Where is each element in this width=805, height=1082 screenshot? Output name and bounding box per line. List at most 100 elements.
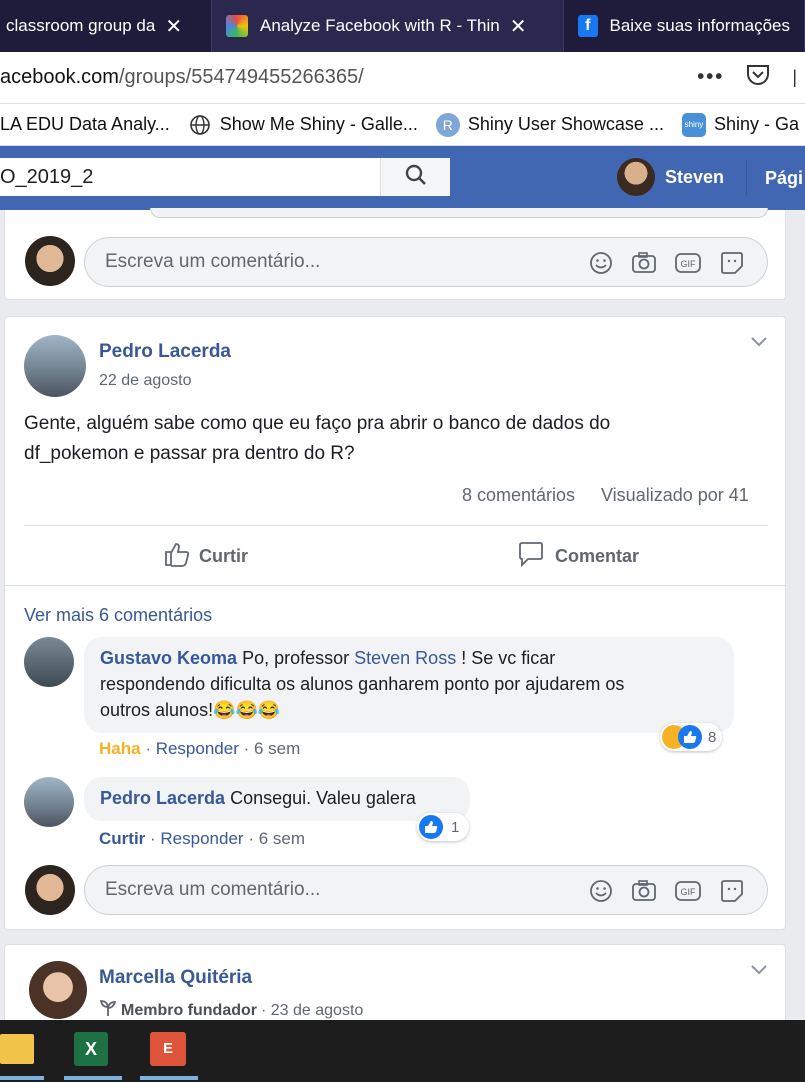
comment-text: ! Se vc ficar xyxy=(461,648,556,668)
post-text-line: Gente, alguém sabe como que eu faço pra … xyxy=(24,413,611,434)
url-domain: acebook.com xyxy=(0,66,119,88)
reply-link[interactable]: Responder xyxy=(160,829,243,848)
bookmark-show-me-shiny[interactable]: Show Me Shiny - Galle... xyxy=(188,113,418,137)
pages-link[interactable]: Pági xyxy=(746,160,803,196)
gif-icon[interactable]: GIF xyxy=(675,250,701,276)
mention-link[interactable]: Steven Ross xyxy=(354,648,456,668)
comment-text: Consegui. Valeu galera xyxy=(230,788,416,808)
search-input[interactable]: O_2019_2 xyxy=(0,158,450,196)
next-post-card: Marcella Quitéria Membro fundador · 23 d… xyxy=(4,944,786,1024)
reaction-count: 8 xyxy=(708,728,717,746)
thumbs-up-icon xyxy=(163,540,191,573)
address-bar: acebook.com/groups/554749455266365/ ••• … xyxy=(0,52,805,104)
post-meta: Membro fundador · 23 de agosto xyxy=(99,999,363,1022)
like-reaction-icon xyxy=(678,725,702,749)
comment-placeholder: Escreva um comentário... xyxy=(105,251,321,272)
avatar xyxy=(25,236,75,286)
reaction-summary[interactable]: 1 xyxy=(417,813,470,841)
close-icon[interactable]: ✕ xyxy=(510,14,527,39)
facebook-header: O_2019_2 Steven Pági xyxy=(0,146,805,210)
bookmark-label: Shiny User Showcase ... xyxy=(467,114,664,134)
like-button[interactable]: Curtir xyxy=(163,540,248,573)
search-button[interactable] xyxy=(380,158,450,196)
browser-tab-classroom[interactable]: classroom group da ✕ xyxy=(0,0,212,52)
camera-icon[interactable] xyxy=(631,878,657,904)
sticker-icon[interactable] xyxy=(719,878,745,904)
active-indicator xyxy=(140,1076,198,1080)
file-explorer-icon[interactable] xyxy=(0,1034,34,1064)
view-more-comments-link[interactable]: Ver mais 6 comentários xyxy=(24,605,212,626)
seen-by[interactable]: Visualizado por 41 xyxy=(601,485,749,506)
reply-link[interactable]: Responder xyxy=(156,739,239,758)
haha-reaction-link[interactable]: Haha xyxy=(99,739,141,758)
bookmark-shiny[interactable]: shiny Shiny - Ga xyxy=(681,112,799,137)
comment-input[interactable]: Escreva um comentário... GIF xyxy=(84,865,768,915)
presentation-app-icon[interactable]: E xyxy=(150,1032,186,1066)
comment-text: respondendo dificulta os alunos ganharem… xyxy=(100,674,625,694)
browser-tab-analyze-facebook[interactable]: Analyze Facebook with R - Thin ✕ xyxy=(212,0,564,52)
like-link[interactable]: Curtir xyxy=(99,829,145,848)
shiny-logo-icon xyxy=(226,15,248,37)
tab-label: Analyze Facebook with R - Thin xyxy=(260,16,500,35)
r-logo-icon: R xyxy=(435,112,460,137)
svg-text:GIF: GIF xyxy=(681,259,697,269)
comment-time[interactable]: 6 sem xyxy=(254,739,300,758)
profile-link[interactable]: Steven xyxy=(617,158,724,196)
comment-button[interactable]: Comentar xyxy=(517,540,639,573)
url-field[interactable]: acebook.com/groups/554749455266365/ xyxy=(0,66,697,89)
post-author[interactable]: Marcella Quitéria xyxy=(99,967,252,989)
tab-label: classroom group da xyxy=(6,16,156,35)
camera-icon[interactable] xyxy=(631,250,657,276)
bookmark-la-edu[interactable]: LA EDU Data Analy... xyxy=(0,114,170,135)
chevron-down-icon[interactable] xyxy=(750,963,768,982)
comment-author[interactable]: Gustavo Keoma xyxy=(100,648,237,668)
sticker-icon[interactable] xyxy=(719,250,745,276)
comment-actions: Haha · Responder · 6 sem xyxy=(99,739,301,758)
globe-icon xyxy=(188,113,212,137)
browser-tab-baixe[interactable]: f Baixe suas informações xyxy=(564,0,805,52)
comment-bubble: Pedro Lacerda Consegui. Valeu galera xyxy=(84,777,470,821)
bookmark-shiny-user-showcase[interactable]: R Shiny User Showcase ... xyxy=(435,112,664,137)
excel-icon[interactable]: X xyxy=(74,1032,108,1066)
bookmark-label: LA EDU Data Analy... xyxy=(0,114,170,134)
comments-count[interactable]: 8 comentários xyxy=(462,485,575,506)
bookmarks-bar: LA EDU Data Analy... Show Me Shiny - Gal… xyxy=(0,104,805,146)
more-actions-icon[interactable]: ••• xyxy=(697,66,724,89)
post-text-line: df_pokemon e passar pra dentro do R? xyxy=(24,443,355,464)
user-name: Steven xyxy=(665,166,725,187)
avatar xyxy=(617,158,655,196)
like-reaction-icon xyxy=(419,815,443,839)
shiny-hex-icon: shiny xyxy=(681,112,706,137)
active-indicator xyxy=(64,1076,122,1080)
post-date[interactable]: · 23 de agosto xyxy=(261,1002,363,1020)
avatar[interactable] xyxy=(29,961,87,1019)
avatar[interactable] xyxy=(24,777,74,827)
gif-icon[interactable]: GIF xyxy=(675,878,701,904)
pocket-icon[interactable] xyxy=(746,64,770,92)
divider xyxy=(24,525,768,526)
comment-author[interactable]: Pedro Lacerda xyxy=(100,788,225,808)
emoji-icon[interactable] xyxy=(588,250,614,276)
chevron-down-icon[interactable] xyxy=(750,335,768,354)
close-icon[interactable]: ✕ xyxy=(165,14,182,39)
post-date[interactable]: 22 de agosto xyxy=(99,372,192,390)
like-label: Curtir xyxy=(199,546,248,566)
sprout-icon xyxy=(99,999,117,1022)
post-author[interactable]: Pedro Lacerda xyxy=(99,341,231,363)
library-icon[interactable]: | xyxy=(792,67,797,88)
comment-bubble: Gustavo Keoma Po, professor Steven Ross … xyxy=(84,637,734,733)
comment-text: outros alunos!😂😂😂 xyxy=(100,700,281,720)
bookmark-label: Shiny - Ga xyxy=(713,114,799,134)
avatar[interactable] xyxy=(24,637,74,687)
taskbar: X E xyxy=(0,1020,805,1082)
reaction-summary[interactable]: 8 xyxy=(660,723,723,751)
speech-bubble-icon xyxy=(517,540,545,573)
avatar[interactable] xyxy=(24,335,86,397)
previous-comment-bubble xyxy=(150,208,768,218)
member-badge: Membro fundador xyxy=(121,1001,257,1019)
bookmark-label: Show Me Shiny - Galle... xyxy=(219,114,418,134)
comment-input[interactable]: Escreva um comentário... GIF xyxy=(84,237,768,287)
comment-time[interactable]: 6 sem xyxy=(259,829,305,848)
emoji-icon[interactable] xyxy=(588,878,614,904)
comment-actions: Curtir · Responder · 6 sem xyxy=(99,829,305,848)
